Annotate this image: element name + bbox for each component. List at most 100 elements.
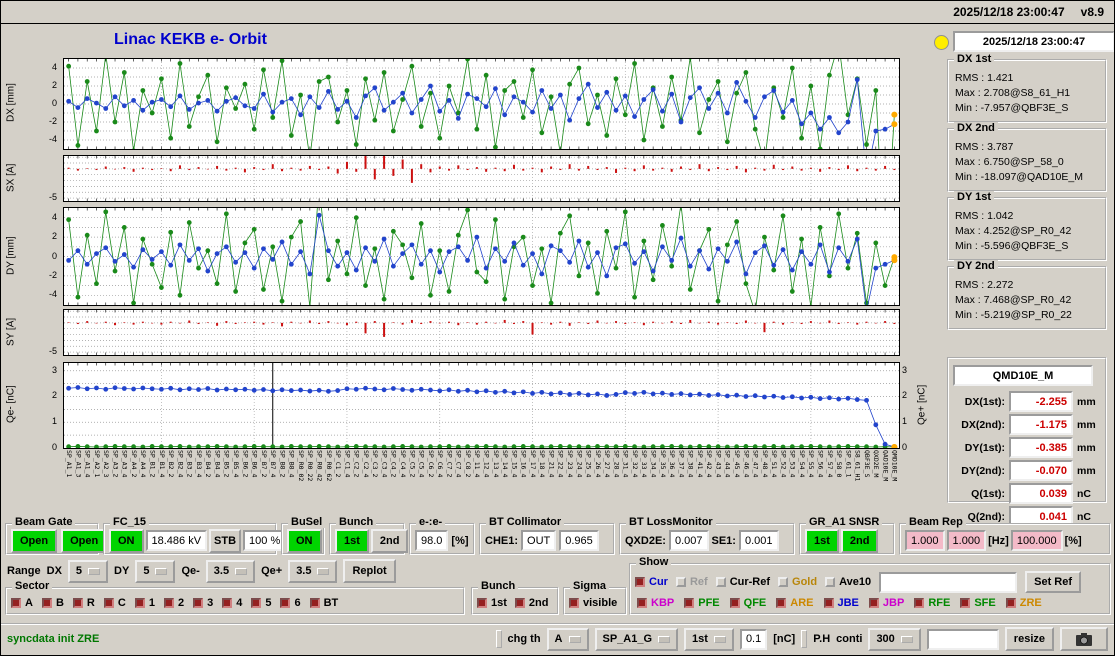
range-dx-label: DX [46, 565, 62, 577]
x-axis-label: SP_46_4 [742, 450, 751, 478]
stat-min: Min : -5.219@SP_R0_22 [955, 309, 1072, 321]
x-axis-label: SP_B3_4 [194, 450, 203, 478]
conti-label: conti [836, 633, 863, 645]
checkbox-indicator [684, 598, 695, 608]
checkbox-r[interactable]: R [72, 597, 95, 609]
checkbox-indicator [778, 577, 789, 587]
fc15-on-button[interactable]: ON [109, 528, 144, 553]
checkbox-jbp[interactable]: JBP [868, 597, 904, 609]
x-axis-label: SP_B3_2 [185, 450, 194, 478]
checkbox-cur[interactable]: Cur [635, 576, 668, 588]
range-qem-dropdown[interactable]: 3.5 [205, 559, 256, 583]
checkbox-2[interactable]: 2 [163, 597, 184, 609]
checkbox-c[interactable]: C [103, 597, 126, 609]
busel-on-button[interactable]: ON [287, 528, 322, 553]
monitor-row-unit: mm [1077, 395, 1096, 408]
checkbox-rfe[interactable]: RFE [914, 597, 950, 609]
th-target-dropdown[interactable]: A [546, 627, 589, 651]
checkbox-label: BT [323, 597, 339, 609]
checkbox-kbp[interactable]: KBP [637, 597, 674, 609]
bunch-1st-button[interactable]: 1st [335, 528, 369, 553]
snsr-1st-button[interactable]: 1st [805, 528, 839, 553]
checkbox-5[interactable]: 5 [251, 597, 271, 609]
dx-2nd-stats-group: DX 2nd RMS : 3.787 Max : 6.750@SP_58_0 M… [947, 122, 1107, 192]
sector-group: Sector A B R C 1 2 3 4 5 6 BT [5, 580, 465, 615]
dy-1st-stats-group: DY 1st RMS : 1.042 Max : 4.252@SP_R0_42 … [947, 191, 1107, 261]
y-tick-label: -2 [48, 269, 57, 280]
checkbox-label: Cur [649, 576, 668, 588]
checkbox-ave10[interactable]: Ave10 [825, 576, 871, 588]
qe-y-ticks: 3 2 1 0 [29, 362, 59, 452]
checkbox-indicator [868, 598, 879, 608]
y-tick-label: 0 [51, 442, 57, 452]
checkbox-label: ARE [790, 597, 814, 609]
checkbox-3[interactable]: 3 [193, 597, 213, 609]
group-title: e-:e- [416, 516, 446, 528]
clock-text: 2025/12/18 23:00:47 [953, 5, 1065, 19]
checkbox-4[interactable]: 4 [222, 597, 242, 609]
range-qep-dropdown[interactable]: 3.5 [288, 559, 338, 583]
monitor-row: DY(1st): -0.385 mm [953, 437, 1101, 458]
ee-ratio-value: 98.0 [415, 530, 449, 551]
th-bunch-dropdown[interactable]: 1st [684, 627, 734, 651]
chg-th-toggle[interactable] [495, 630, 502, 648]
ph-toggle[interactable] [801, 630, 808, 648]
x-axis-label: SP_C4_4 [399, 450, 407, 478]
snsr-2nd-button[interactable]: 2nd [840, 528, 879, 553]
checkbox-1[interactable]: 1 [134, 597, 155, 609]
checkbox-indicator [163, 598, 174, 608]
checkbox-1st[interactable]: 1st [477, 597, 507, 609]
status-timestamp: 2025/12/18 23:00:47 [953, 31, 1114, 52]
status-message: syncdata init ZRE [7, 633, 100, 645]
checkbox-ref[interactable]: Ref [675, 576, 708, 588]
y-tick-label: 2 [51, 231, 57, 242]
checkbox-b[interactable]: B [41, 597, 64, 609]
th-monitor-dropdown[interactable]: SP_A1_G [594, 627, 679, 651]
checkbox-2nd[interactable]: 2nd [514, 597, 548, 609]
qe-plot [64, 363, 899, 448]
replot-button[interactable]: Replot [343, 559, 396, 583]
ref-file-input[interactable] [879, 571, 1018, 593]
fc15-stb-button[interactable]: STB [209, 528, 242, 553]
resize-button[interactable]: resize [1004, 627, 1054, 651]
beam-gate-open-button-1[interactable]: Open [11, 528, 58, 553]
checkbox-gold[interactable]: Gold [778, 576, 817, 588]
beam-gate-open-button-2[interactable]: Open [61, 528, 108, 553]
qxd2e-value: 0.007 [668, 530, 709, 551]
bunch-2nd-button[interactable]: 2nd [370, 528, 409, 553]
checkbox-sfe[interactable]: SFE [960, 597, 996, 609]
checkbox-qfe[interactable]: QFE [729, 597, 766, 609]
dx-axis-title: DX [mm] [5, 83, 17, 123]
checkbox-cur-ref[interactable]: Cur-Ref [715, 576, 770, 588]
checkbox-label: Ref [689, 576, 708, 588]
monitor-row-unit: mm [1077, 441, 1096, 454]
x-axis-label: SP_24_4 [575, 450, 584, 478]
checkbox-bt[interactable]: BT [309, 597, 339, 609]
checkbox-6[interactable]: 6 [280, 597, 301, 609]
checkbox-are[interactable]: ARE [776, 597, 814, 609]
x-axis-label: SP_56_4 [816, 450, 825, 478]
y-tick-label: 2 [51, 80, 57, 90]
checkbox-a[interactable]: A [11, 597, 33, 609]
checkbox-pfe[interactable]: PFE [684, 597, 720, 609]
x-axis-label: S8_61_H1 [853, 450, 862, 482]
interval-input[interactable] [926, 628, 999, 650]
collimator-position: 0.965 [559, 530, 599, 551]
range-dy-dropdown[interactable]: 5 [135, 559, 176, 583]
interval-dropdown[interactable]: 300 [868, 627, 921, 651]
checkbox-visible[interactable]: visible [569, 597, 617, 609]
checkbox-indicator [134, 598, 145, 608]
beam-status-icon [934, 35, 949, 50]
x-axis-label: SP_A4_2 [129, 450, 138, 478]
x-axis-label: SP_38_4 [686, 450, 695, 478]
checkbox-indicator [635, 577, 645, 587]
screenshot-button[interactable] [1060, 627, 1108, 651]
x-axis-label: SP_55_4 [807, 450, 816, 478]
checkbox-zre[interactable]: ZRE [1005, 597, 1042, 609]
checkbox-label: 1st [491, 597, 507, 609]
range-dx-dropdown[interactable]: 5 [67, 559, 109, 583]
x-axis-label: SP_54_4 [797, 450, 806, 478]
checkbox-jbe[interactable]: JBE [823, 597, 859, 609]
che1-state: OUT [521, 530, 557, 551]
set-ref-button[interactable]: Set Ref [1025, 571, 1082, 593]
